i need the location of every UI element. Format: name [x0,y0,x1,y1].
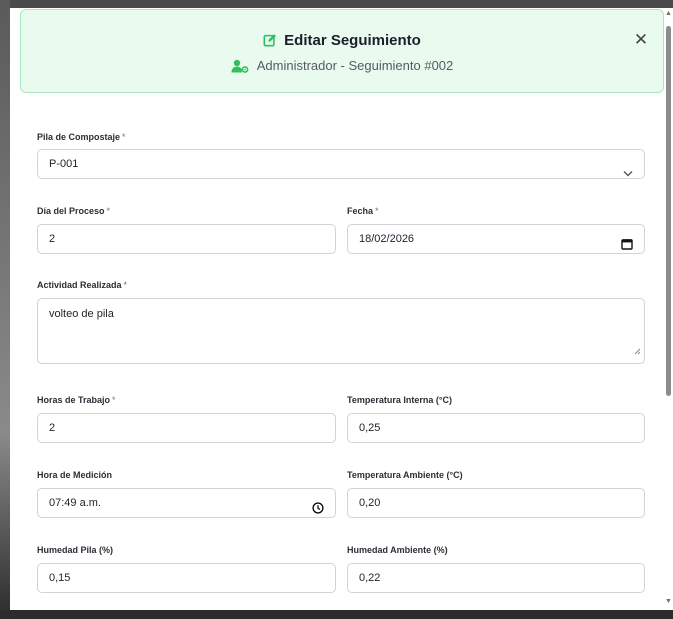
hora-medicion-label: Hora de Medición [37,470,112,480]
horas-input-value: 2 [49,422,56,434]
temp-ambiente-label-text: Temperatura Ambiente (°C) [347,470,463,480]
humedad-ambiente-label-text: Humedad Ambiente (%) [347,545,448,555]
horas-label: Horas de Trabajo * [37,395,116,405]
scrollbar-thumb[interactable] [666,26,671,396]
humedad-pila-input-value: 0,15 [49,572,71,584]
required-mark: * [112,395,116,405]
modal-subtitle-row: Administrador - Seguimiento #002 [21,58,663,76]
pila-label: Pila de Compostaje * [37,132,126,142]
edit-tracking-modal: Editar Seguimiento Administrador - Segui… [10,8,664,610]
edit-icon [263,33,277,51]
actividad-label-text: Actividad Realizada [37,280,122,290]
backdrop-left [0,0,10,619]
modal-header: Editar Seguimiento Administrador - Segui… [20,9,664,93]
fecha-input[interactable]: 18/02/2026 [347,224,645,254]
hora-medicion-label-text: Hora de Medición [37,470,113,480]
pila-select-value: P-001 [49,158,79,170]
clock-icon[interactable] [312,497,324,526]
dia-input[interactable]: 2 [37,224,336,254]
actividad-textarea-value: volteo de pila [49,308,114,320]
modal-subtitle: Administrador - Seguimiento #002 [256,58,454,73]
required-mark: * [123,280,128,290]
temp-interna-label-text: Temperatura Interna (°C) [347,395,452,405]
temp-ambiente-input[interactable]: 0,20 [347,488,645,518]
humedad-ambiente-input-value: 0,22 [359,572,381,584]
modal-title-row: Editar Seguimiento [21,32,663,51]
actividad-textarea[interactable]: volteo de pila [37,298,645,364]
temp-interna-input-value: 0,25 [359,422,381,434]
scroll-up-arrow-icon[interactable]: ▲ [665,10,672,17]
humedad-ambiente-label: Humedad Ambiente (%) [347,545,448,555]
temp-interna-input[interactable]: 0,25 [347,413,645,443]
dia-label: Día del Proceso * [37,206,110,216]
horas-label-text: Horas de Trabajo [37,395,111,405]
scroll-down-arrow-icon[interactable]: ▼ [665,598,672,605]
fecha-input-value: 18/02/2026 [359,233,415,245]
fecha-label-text: Fecha [347,206,374,216]
fecha-label: Fecha * [347,206,379,216]
close-button[interactable]: ✕ [631,30,651,50]
modal-title: Editar Seguimiento [284,32,421,49]
dia-input-value: 2 [49,233,56,245]
required-mark: * [375,206,379,216]
hora-medicion-input-value: 07:49 a.m. [49,497,101,509]
dia-label-text: Día del Proceso [37,206,105,216]
chevron-down-icon [623,160,633,189]
required-mark: * [122,132,126,142]
actividad-label: Actividad Realizada * [37,280,127,290]
calendar-icon[interactable] [621,233,633,262]
backdrop-bottom [0,610,673,619]
backdrop [0,0,673,8]
pila-label-text: Pila de Compostaje [37,132,121,142]
humedad-pila-label-text: Humedad Pila (%) [37,545,114,555]
temp-interna-label: Temperatura Interna (°C) [347,395,452,405]
required-mark: * [106,206,111,216]
hora-medicion-input[interactable]: 07:49 a.m. [37,488,336,518]
humedad-pila-label: Humedad Pila (%) [37,545,113,555]
humedad-ambiente-input[interactable]: 0,22 [347,563,645,593]
resize-grip-icon[interactable] [634,344,641,360]
pila-select[interactable]: P-001 [37,149,645,179]
humedad-pila-input[interactable]: 0,15 [37,563,336,593]
temp-ambiente-label: Temperatura Ambiente (°C) [347,470,463,480]
user-gear-icon [231,59,249,76]
horas-input[interactable]: 2 [37,413,336,443]
temp-ambiente-input-value: 0,20 [359,497,381,509]
